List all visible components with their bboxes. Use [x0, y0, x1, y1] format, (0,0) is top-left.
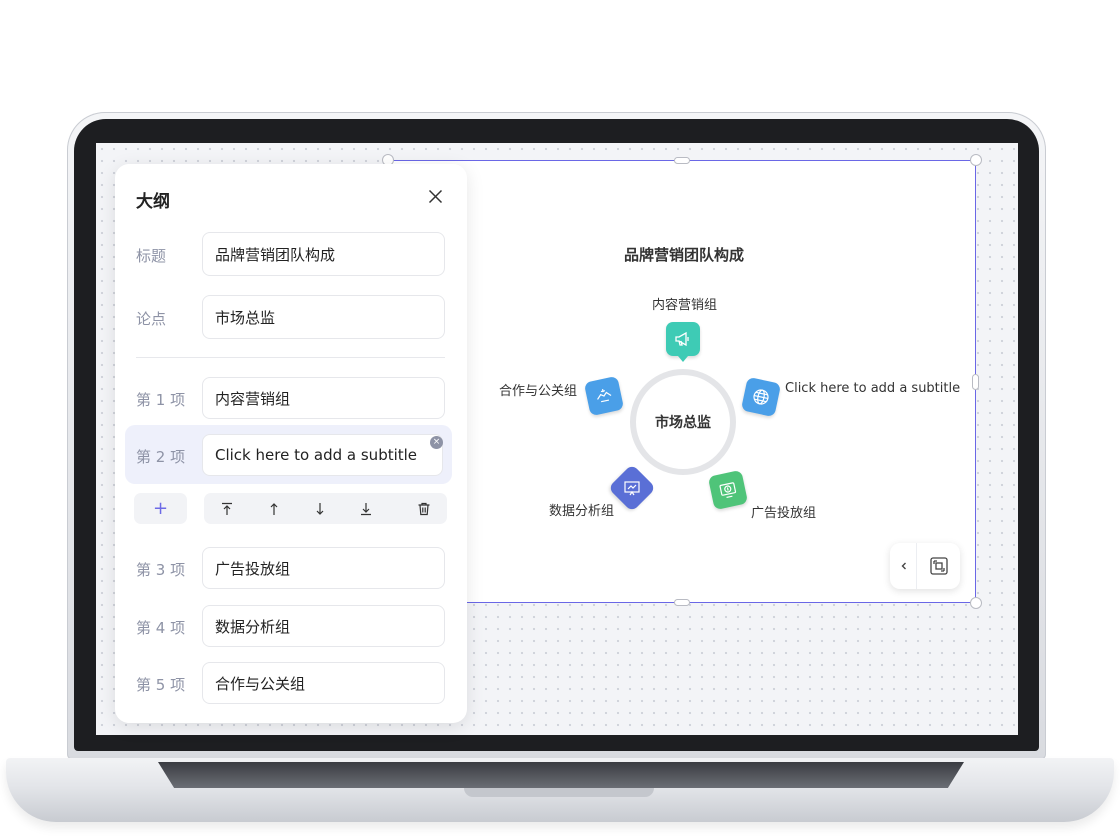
move-to-top-icon[interactable] — [204, 493, 250, 524]
node-label-2[interactable]: Click here to add a subtitle — [785, 381, 960, 396]
move-up-icon[interactable] — [251, 493, 297, 524]
item-4-field[interactable] — [202, 605, 445, 647]
resize-handle-top-right[interactable] — [970, 154, 982, 166]
title-field[interactable] — [202, 232, 445, 276]
row-label-item-3: 第 3 项 — [136, 561, 186, 579]
megaphone-icon — [666, 322, 700, 356]
center-node-label: 市场总监 — [655, 415, 711, 431]
row-label-item-4: 第 4 项 — [136, 619, 186, 637]
add-item-button[interactable]: + — [134, 493, 187, 524]
fit-screen-icon[interactable] — [920, 543, 958, 589]
slide-mini-toolbar — [890, 543, 960, 589]
row-label-item-2: 第 2 项 — [136, 448, 186, 466]
move-to-bottom-icon[interactable] — [343, 493, 389, 524]
center-node[interactable]: 市场总监 — [630, 369, 736, 475]
slide-title[interactable]: 品牌营销团队构成 — [484, 244, 884, 265]
item-5-field[interactable] — [202, 662, 445, 704]
move-down-icon[interactable] — [297, 493, 343, 524]
item-3-field[interactable] — [202, 547, 445, 589]
close-icon[interactable] — [424, 185, 446, 207]
laptop-notch — [464, 788, 654, 797]
resize-handle-bottom-right[interactable] — [970, 597, 982, 609]
handshake-icon — [583, 375, 625, 417]
panel-title: 大纲 — [136, 192, 170, 212]
divider — [136, 357, 445, 358]
row-label-item-5: 第 5 项 — [136, 676, 186, 694]
node-label-3[interactable]: 广告投放组 — [751, 502, 816, 521]
row-label-title: 标题 — [136, 247, 167, 265]
item-2-field[interactable] — [202, 434, 443, 476]
clear-input-icon[interactable]: × — [430, 436, 443, 449]
thesis-field[interactable] — [202, 295, 445, 339]
resize-handle-bottom[interactable] — [674, 599, 690, 606]
delete-icon[interactable] — [401, 493, 447, 524]
item-1-field[interactable] — [202, 377, 445, 419]
node-label-4[interactable]: 数据分析组 — [549, 500, 614, 519]
item-actions-toolbar — [204, 493, 447, 524]
chevron-left-icon[interactable] — [892, 543, 917, 589]
node-pointer-1 — [678, 356, 688, 362]
node-label-1[interactable]: 内容营销组 — [652, 294, 717, 313]
keyboard-deck — [158, 762, 964, 788]
row-label-thesis: 论点 — [136, 310, 167, 328]
globe-icon — [740, 376, 782, 418]
money-screen-icon — [707, 469, 749, 511]
resize-handle-top[interactable] — [674, 157, 690, 164]
node-label-5[interactable]: 合作与公关组 — [499, 380, 577, 399]
row-label-item-1: 第 1 项 — [136, 391, 186, 409]
resize-handle-right[interactable] — [972, 374, 979, 390]
